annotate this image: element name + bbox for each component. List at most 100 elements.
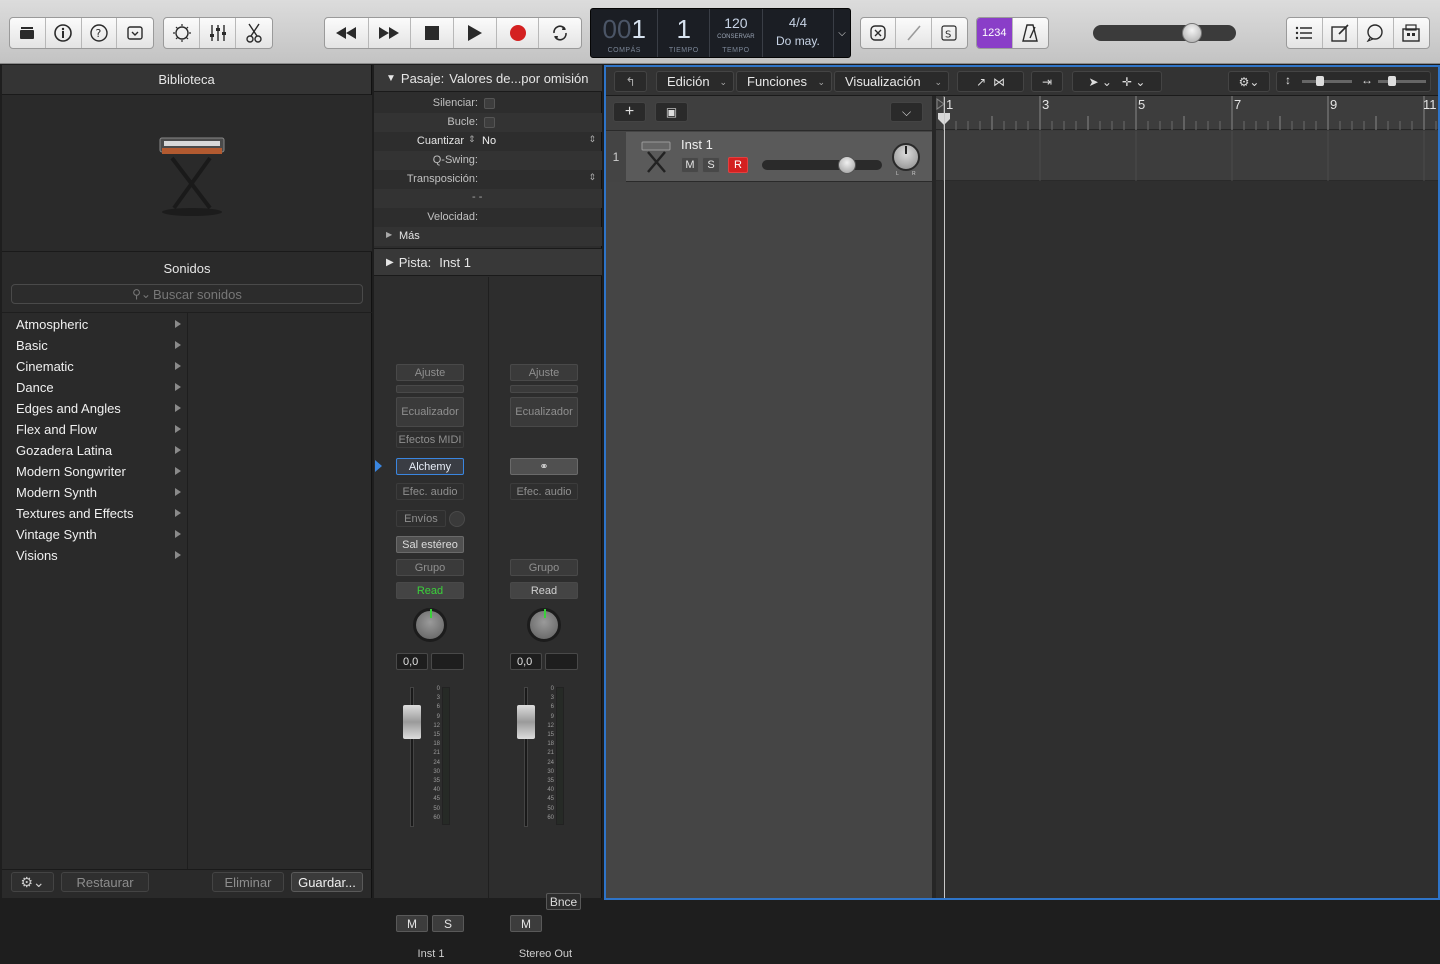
- category-atmospheric[interactable]: Atmospheric: [2, 314, 187, 335]
- tool-menus[interactable]: ➤ ⌄ ✛ ⌄: [1072, 71, 1162, 92]
- link-button[interactable]: ⚭: [510, 458, 578, 475]
- group-button[interactable]: Grupo: [510, 559, 578, 576]
- midi-fx-slot[interactable]: Efectos MIDI: [396, 431, 464, 448]
- track-record-button[interactable]: R: [728, 157, 748, 173]
- loop-browser-icon[interactable]: [1358, 18, 1394, 48]
- category-cinematic[interactable]: Cinematic: [2, 356, 187, 377]
- track-volume-slider[interactable]: [762, 156, 882, 174]
- automation-read-button[interactable]: Read: [510, 582, 578, 599]
- lcd-display[interactable]: 001 COMPÁS 1 TIEMPO 120 CONSERVAR TEMPO …: [590, 8, 851, 58]
- mute-button[interactable]: M: [396, 915, 428, 932]
- solo-button[interactable]: S: [432, 915, 464, 932]
- velocity-row[interactable]: Velocidad:: [374, 208, 602, 227]
- gain-slot[interactable]: [396, 385, 464, 393]
- record-icon[interactable]: [497, 18, 540, 48]
- solo-icon[interactable]: S: [932, 18, 967, 48]
- menu-funciones[interactable]: Funciones ⌄: [736, 71, 832, 92]
- lcd-menu-chevron-icon[interactable]: ⌵: [834, 9, 850, 57]
- mute-button[interactable]: M: [510, 915, 542, 932]
- pan-knob[interactable]: [527, 608, 561, 642]
- replace-icon[interactable]: [896, 18, 932, 48]
- track-volume-knob[interactable]: [838, 156, 856, 174]
- category-modern-synth[interactable]: Modern Synth: [2, 482, 187, 503]
- audio-fx-slot[interactable]: Efec. audio: [510, 483, 578, 500]
- stop-icon[interactable]: [411, 18, 454, 48]
- sends-slot[interactable]: Envíos: [396, 510, 446, 527]
- strip-name[interactable]: Inst 1: [374, 944, 488, 964]
- category-gozadera-latina[interactable]: Gozadera Latina: [2, 440, 187, 461]
- audio-fx-slot[interactable]: Efec. audio: [396, 483, 464, 500]
- smart-controls-icon[interactable]: [164, 18, 200, 48]
- category-edges-and-angles[interactable]: Edges and Angles: [2, 398, 187, 419]
- menu-visualizacion[interactable]: Visualización ⌄: [834, 71, 949, 92]
- region-inspector-header[interactable]: ▼ Pasaje: Valores de...por omisión: [374, 65, 602, 92]
- qswing-row[interactable]: Q-Swing:: [374, 151, 602, 170]
- horizontal-zoom-slider[interactable]: [1378, 76, 1426, 86]
- master-volume-slider[interactable]: [1093, 23, 1236, 43]
- header-divider[interactable]: [932, 96, 936, 898]
- notepad-icon[interactable]: [1323, 18, 1358, 48]
- snap-gear-button[interactable]: ⚙⌄: [1228, 71, 1270, 92]
- zoom-sliders[interactable]: ↕ ↔: [1276, 71, 1431, 92]
- scissors-icon[interactable]: [236, 18, 272, 48]
- lcd-tempo[interactable]: 120 CONSERVAR TEMPO: [710, 9, 763, 57]
- play-icon[interactable]: [454, 18, 497, 48]
- countin-button[interactable]: 1234: [977, 18, 1013, 48]
- track-solo-button[interactable]: S: [702, 157, 720, 173]
- transpose-row[interactable]: Transposición: ⇕: [374, 170, 602, 189]
- eq-button[interactable]: Ecualizador: [396, 397, 464, 427]
- volume-readout[interactable]: 0,0: [510, 653, 542, 670]
- loop-checkbox[interactable]: [484, 117, 495, 128]
- automation-read-button[interactable]: Read: [396, 582, 464, 599]
- help-icon[interactable]: ?: [82, 18, 118, 48]
- menu-edicion[interactable]: Edición ⌄: [656, 71, 734, 92]
- quantize-row[interactable]: Cuantizar ⇕ No ⇕: [374, 132, 602, 151]
- category-modern-songwriter[interactable]: Modern Songwriter: [2, 461, 187, 482]
- send-knob[interactable]: [449, 511, 465, 527]
- library-icon[interactable]: [10, 18, 46, 48]
- timeline-area[interactable]: [936, 97, 1438, 898]
- category-flex-and-flow[interactable]: Flex and Flow: [2, 419, 187, 440]
- catch-playhead-button[interactable]: ⇥: [1031, 71, 1063, 92]
- search-sounds-input[interactable]: ⚲⌄ Buscar sonidos: [11, 284, 363, 304]
- restore-button[interactable]: Restaurar: [61, 872, 149, 892]
- eq-button[interactable]: Ecualizador: [510, 397, 578, 427]
- global-tracks-button[interactable]: ⌵: [890, 102, 923, 122]
- info-icon[interactable]: [46, 18, 82, 48]
- track-row-inst1[interactable]: 1 Inst 1 M S R L R: [606, 132, 932, 182]
- master-volume-knob[interactable]: [1182, 23, 1202, 43]
- mixer-icon[interactable]: [200, 18, 236, 48]
- track-inspector-header[interactable]: ▶ Pista: Inst 1: [374, 248, 602, 276]
- category-textures-and-effects[interactable]: Textures and Effects: [2, 503, 187, 524]
- gain-slot[interactable]: [510, 385, 578, 393]
- strip-name[interactable]: Stereo Out: [489, 944, 602, 964]
- bounce-button[interactable]: Bnce: [546, 893, 581, 910]
- output-stereo-button[interactable]: Sal estéreo: [396, 536, 464, 553]
- volume-readout[interactable]: 0,0: [396, 653, 428, 670]
- automation-flex-buttons[interactable]: ↗ ⋈: [957, 71, 1024, 92]
- vertical-zoom-slider[interactable]: [1302, 76, 1352, 86]
- delete-button[interactable]: Eliminar: [212, 872, 284, 892]
- list-editors-icon[interactable]: [1287, 18, 1323, 48]
- more-row[interactable]: ▶ Más: [374, 227, 602, 246]
- duplicate-track-button[interactable]: ▣: [655, 102, 688, 122]
- browser-icon[interactable]: [1394, 18, 1429, 48]
- volume-fader-cap[interactable]: [517, 705, 535, 739]
- gear-menu-button[interactable]: ⚙⌄: [11, 872, 54, 892]
- save-button[interactable]: Guardar...: [291, 872, 363, 892]
- add-track-button[interactable]: +: [613, 102, 646, 122]
- lcd-signature[interactable]: 4/4 Do may.: [763, 9, 835, 57]
- category-dance[interactable]: Dance: [2, 377, 187, 398]
- pan-knob[interactable]: [413, 608, 447, 642]
- category-basic[interactable]: Basic: [2, 335, 187, 356]
- rewind-icon[interactable]: [325, 18, 369, 48]
- category-visions[interactable]: Visions: [2, 545, 187, 566]
- setting-button[interactable]: Ajuste: [510, 364, 578, 381]
- mute-checkbox[interactable]: [484, 98, 495, 109]
- editor-toggle-icon[interactable]: [117, 18, 153, 48]
- volume-fader-cap[interactable]: [403, 705, 421, 739]
- tuner-icon[interactable]: [861, 18, 897, 48]
- setting-button[interactable]: Ajuste: [396, 364, 464, 381]
- metronome-icon[interactable]: [1013, 18, 1049, 48]
- playhead-line[interactable]: [944, 97, 945, 898]
